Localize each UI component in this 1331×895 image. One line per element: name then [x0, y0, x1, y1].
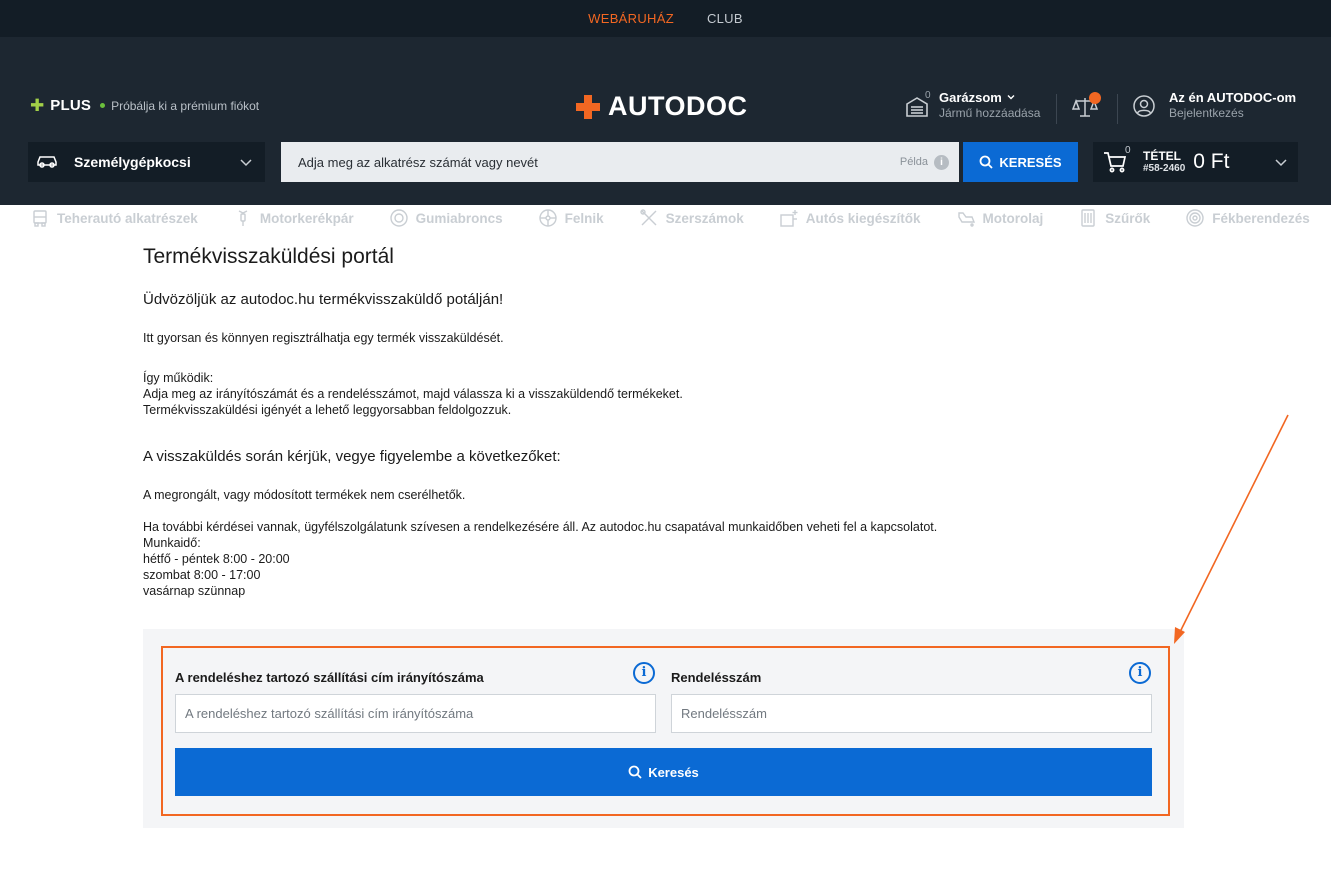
hours-weekday: hétfő - péntek 8:00 - 20:00: [143, 552, 290, 566]
category-label: Szűrők: [1105, 210, 1151, 226]
cart-count: 0: [1125, 145, 1131, 156]
club-link[interactable]: CLUB: [707, 11, 743, 26]
how-step-1: Adja meg az irányítószámát és a rendelés…: [143, 387, 683, 401]
page-title: Termékvisszaküldési portál: [143, 245, 394, 268]
search-button[interactable]: KERESÉS: [963, 142, 1078, 182]
form-search-label: Keresés: [648, 764, 699, 780]
login-link[interactable]: Bejelentkezés: [1169, 106, 1296, 120]
category-item[interactable]: Fékberendezés: [1186, 209, 1310, 227]
motorcycle-icon: [238, 210, 248, 226]
order-number-input[interactable]: [671, 694, 1152, 733]
garage-icon: 0: [905, 90, 931, 119]
cart-button[interactable]: 0 TÉTEL #58-2460 0 Ft: [1093, 142, 1298, 182]
notice-heading: A visszaküldés során kérjük, vegye figye…: [143, 448, 561, 465]
zip-input[interactable]: [175, 694, 656, 733]
welcome-heading: Üdvözöljük az autodoc.hu termékvisszakül…: [143, 291, 504, 308]
logo-text: AUTODOC: [608, 91, 748, 121]
brake-icon: [1186, 209, 1204, 227]
category-item[interactable]: Motorolaj: [957, 209, 1044, 227]
order-number-label: Rendelésszám: [671, 670, 762, 685]
category-item[interactable]: Szerszámok: [639, 209, 744, 227]
account-button[interactable]: Az én AUTODOC-om Bejelentkezés: [1133, 90, 1296, 120]
truck-icon: [33, 210, 47, 227]
hours-saturday: szombat 8:00 - 17:00: [143, 568, 261, 582]
notification-badge: [1089, 92, 1101, 104]
plus-label: PLUS: [50, 97, 92, 114]
search-icon: [628, 765, 642, 779]
intro-text: Itt gyorsan és könnyen regisztrálhatja e…: [143, 331, 504, 345]
search-button-label: KERESÉS: [999, 154, 1062, 170]
notice-text: A megrongált, vagy módosított termékek n…: [143, 488, 466, 502]
autodoc-logo[interactable]: AUTODOC: [576, 91, 748, 122]
garage-subtitle: Jármű hozzáadása: [939, 106, 1041, 120]
chevron-down-icon[interactable]: [1274, 155, 1288, 169]
how-step-2: Termékvisszaküldési igényét a lehető leg…: [143, 403, 512, 417]
plus-promo[interactable]: ✚ PLUS Próbálja ki a prémium fiókot: [30, 97, 259, 114]
tools-icon: [639, 209, 657, 226]
garage-button[interactable]: 0 Garázsom Jármű hozzáadása: [905, 90, 1040, 120]
category-item[interactable]: Gumiabroncs: [389, 209, 503, 227]
category-label: Gumiabroncs: [415, 210, 503, 226]
hours-title: Munkaidő:: [143, 536, 201, 550]
category-item[interactable]: Felnik: [538, 209, 604, 227]
category-nav: Teherautó alkatrészek Motorkerékpár Gumi…: [31, 208, 1310, 228]
cart-price: 0 Ft: [1193, 150, 1230, 173]
how-title: Így működik:: [143, 371, 214, 385]
dot-icon: [100, 103, 106, 108]
zip-info-icon[interactable]: i: [633, 662, 655, 684]
filter-icon: [1081, 209, 1095, 227]
accessories-icon: [780, 210, 798, 227]
rim-icon: [538, 209, 557, 227]
category-label: Fékberendezés: [1212, 210, 1310, 226]
category-item[interactable]: Autós kiegészítők: [780, 209, 921, 227]
plus-subtitle: Próbálja ki a prémium fiókot: [111, 98, 260, 113]
category-label: Autós kiegészítők: [805, 210, 921, 226]
category-item[interactable]: Motorkerékpár: [234, 209, 354, 227]
info-icon[interactable]: i: [934, 154, 949, 170]
car-icon: [37, 156, 57, 168]
category-label: Felnik: [564, 210, 604, 226]
form-search-button[interactable]: Keresés: [175, 748, 1152, 796]
compare-button[interactable]: [1071, 92, 1101, 120]
oil-icon: [957, 212, 975, 227]
contact-text: Ha további kérdései vannak, ügyfélszolgá…: [143, 520, 938, 534]
category-label: Motorkerékpár: [259, 210, 354, 226]
cart-icon: 0: [1103, 145, 1131, 174]
garage-count: 0: [925, 90, 931, 101]
category-item[interactable]: Szűrők: [1079, 209, 1150, 227]
search-input[interactable]: [298, 154, 900, 170]
garage-title: Garázsom: [939, 90, 1002, 105]
category-label: Szerszámok: [665, 210, 744, 226]
search-bar: Példa i: [281, 142, 959, 182]
plus-icon: ✚: [30, 96, 45, 115]
header: ✚ PLUS Próbálja ki a prémium fiókot AUTO…: [0, 37, 1331, 227]
divider: [1056, 94, 1057, 124]
vehicle-type-select[interactable]: Személygépkocsi: [28, 142, 265, 182]
tire-icon: [389, 209, 408, 227]
logo-cross-icon: [576, 94, 600, 119]
vehicle-type-label: Személygépkocsi: [74, 154, 191, 170]
webaruhaz-link[interactable]: WEBÁRUHÁZ: [588, 11, 674, 26]
divider: [1117, 94, 1118, 124]
search-icon: [980, 155, 994, 169]
zip-label: A rendeléshez tartozó szállítási cím irá…: [175, 670, 484, 685]
chevron-down-icon: [240, 159, 252, 167]
order-info-icon[interactable]: i: [1129, 662, 1151, 684]
cart-label: TÉTEL: [1143, 149, 1181, 163]
cart-order-number: #58-2460: [1143, 163, 1186, 174]
user-icon: [1133, 95, 1155, 117]
category-item[interactable]: Teherautó alkatrészek: [31, 209, 198, 227]
category-label: Teherautó alkatrészek: [57, 210, 198, 226]
hours-sunday: vasárnap szünnap: [143, 584, 246, 598]
top-bar: WEBÁRUHÁZ CLUB: [0, 0, 1331, 37]
account-title: Az én AUTODOC-om: [1169, 90, 1297, 105]
category-label: Motorolaj: [982, 210, 1044, 226]
chevron-down-icon: [1007, 95, 1014, 100]
example-label[interactable]: Példa: [900, 156, 928, 168]
